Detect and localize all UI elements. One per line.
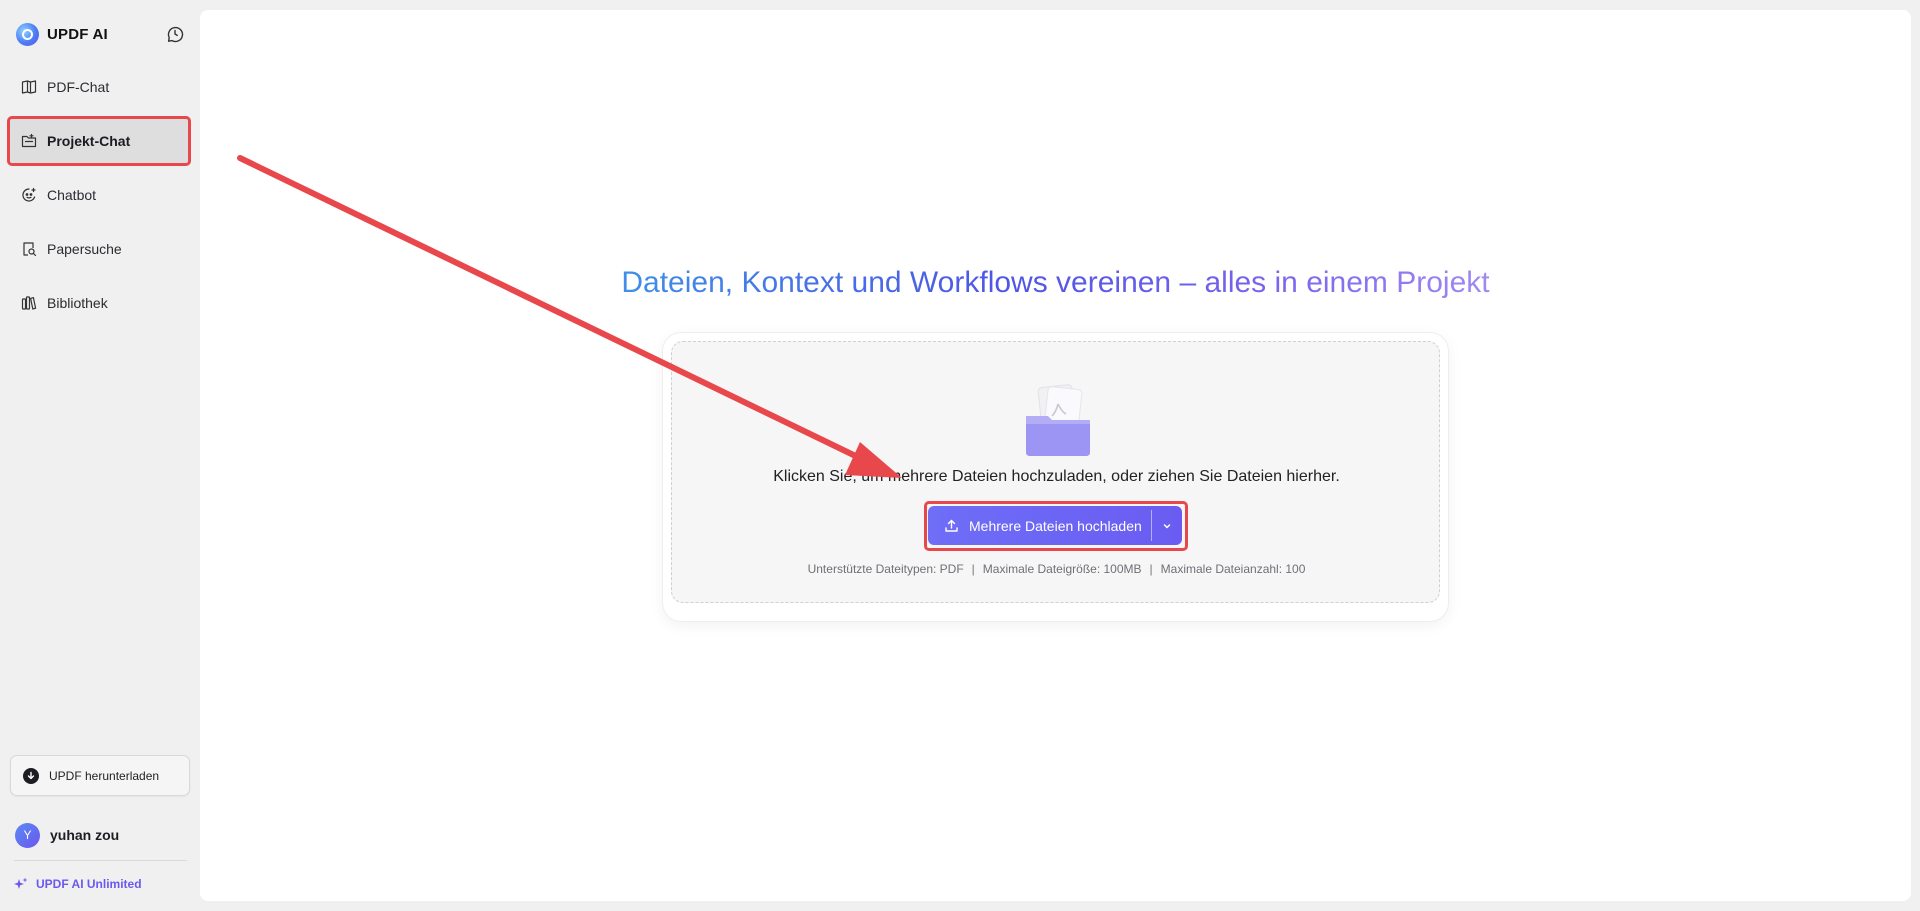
plan-link[interactable]: UPDF AI Unlimited <box>14 877 142 891</box>
upload-multiple-files-button[interactable]: Mehrere Dateien hochladen <box>928 506 1151 545</box>
file-dropzone[interactable]: Klicken Sie, um mehrere Dateien hochzula… <box>671 341 1440 603</box>
library-icon <box>21 296 37 310</box>
divider <box>14 860 187 861</box>
sidebar-item-chatbot[interactable]: Chatbot <box>8 172 190 218</box>
folder-upload-icon <box>1026 384 1090 456</box>
upload-constraints: Unterstützte Dateitypen: PDF | Maximale Da… <box>807 562 1306 576</box>
book-open-icon <box>21 80 37 94</box>
supported-file-types: Unterstützte Dateitypen: PDF <box>807 562 964 576</box>
sparkle-icon <box>14 877 28 889</box>
download-label: UPDF herunterladen <box>49 768 160 783</box>
download-updf-button[interactable]: UPDF herunterladen <box>10 755 190 796</box>
user-profile[interactable]: Y yuhan zou <box>15 822 119 848</box>
max-file-size: Maximale Dateigröße: 100MB <box>982 562 1142 576</box>
page-headline: Dateien, Kontext und Workflows vereinen … <box>200 266 1911 300</box>
download-icon <box>23 767 39 784</box>
sidebar-item-label: Bibliothek <box>47 295 108 311</box>
history-chat-icon[interactable] <box>165 24 185 44</box>
sidebar-item-label: Projekt-Chat <box>47 133 131 149</box>
sidebar-item-papersuche[interactable]: Papersuche <box>8 226 190 272</box>
dropzone-instructions: Klicken Sie, um mehrere Dateien hochzula… <box>773 468 1340 485</box>
chevron-down-icon <box>1163 523 1171 528</box>
sidebar-item-label: Chatbot <box>47 187 97 203</box>
upload-button-label: Mehrere Dateien hochladen <box>969 517 1142 534</box>
sidebar-item-projekt-chat[interactable]: Projekt-Chat <box>8 118 190 164</box>
plan-label: UPDF AI Unlimited <box>36 877 142 891</box>
upload-icon <box>945 519 958 532</box>
brand[interactable]: UPDF AI <box>16 20 108 48</box>
user-name: yuhan zou <box>50 827 120 843</box>
brand-name: UPDF AI <box>47 25 108 43</box>
main-panel: Dateien, Kontext und Workflows vereinen … <box>200 10 1911 901</box>
document-search-icon <box>23 242 37 257</box>
bot-icon <box>22 187 36 202</box>
upload-options-dropdown[interactable] <box>1152 506 1182 545</box>
project-folder-icon <box>21 133 37 148</box>
updf-logo-icon <box>16 22 39 46</box>
sidebar-item-label: Papersuche <box>47 241 122 257</box>
sidebar: UPDF AI PDF-Chat Projekt-Chat Chatbot Pa… <box>0 0 199 911</box>
avatar: Y <box>15 822 40 848</box>
sidebar-item-label: PDF-Chat <box>47 79 110 95</box>
sidebar-nav: PDF-Chat Projekt-Chat Chatbot Papersuche… <box>8 64 190 334</box>
max-file-count: Maximale Dateianzahl: 100 <box>1160 562 1306 576</box>
upload-button-group: Mehrere Dateien hochladen <box>928 506 1182 545</box>
sidebar-item-bibliothek[interactable]: Bibliothek <box>8 280 190 326</box>
sidebar-item-pdf-chat[interactable]: PDF-Chat <box>8 64 190 110</box>
headline-text: Dateien, Kontext und Workflows vereinen … <box>621 266 1490 299</box>
upload-card: Klicken Sie, um mehrere Dateien hochzula… <box>663 333 1448 621</box>
